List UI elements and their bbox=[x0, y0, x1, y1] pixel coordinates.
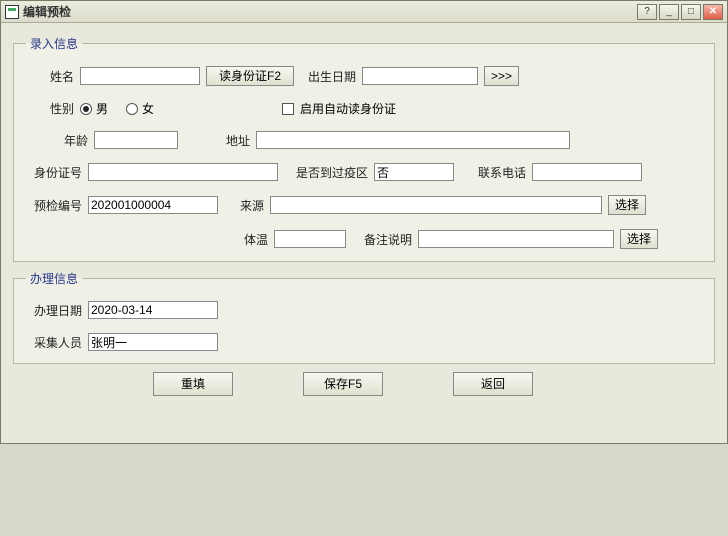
temp-input[interactable] bbox=[274, 230, 346, 248]
help-button[interactable]: ? bbox=[637, 4, 657, 20]
dob-label: 出生日期 bbox=[300, 68, 356, 85]
auto-read-label: 启用自动读身份证 bbox=[300, 100, 396, 117]
phone-input[interactable] bbox=[532, 163, 642, 181]
address-label: 地址 bbox=[220, 132, 250, 149]
epidemic-input[interactable] bbox=[374, 163, 454, 181]
client-area: 录入信息 姓名 读身份证F2 出生日期 >>> 性别 男 bbox=[1, 23, 727, 443]
titlebar-buttons: ? _ □ ✕ bbox=[637, 4, 723, 20]
window: 编辑预检 ? _ □ ✕ 录入信息 姓名 读身份证F2 出生日期 >>> 性别 bbox=[0, 0, 728, 444]
gender-radio-group: 男 女 bbox=[80, 100, 200, 117]
gender-label: 性别 bbox=[26, 100, 74, 117]
entry-group: 录入信息 姓名 读身份证F2 出生日期 >>> 性别 男 bbox=[13, 35, 715, 262]
maximize-button[interactable]: □ bbox=[681, 4, 701, 20]
process-legend: 办理信息 bbox=[26, 270, 82, 287]
action-bar: 重填 保存F5 返回 bbox=[13, 372, 715, 396]
save-button[interactable]: 保存F5 bbox=[303, 372, 383, 396]
minimize-button[interactable]: _ bbox=[659, 4, 679, 20]
staff-input[interactable] bbox=[88, 333, 218, 351]
source-select-button[interactable]: 选择 bbox=[608, 195, 646, 215]
precheck-no-input[interactable] bbox=[88, 196, 218, 214]
app-icon bbox=[5, 5, 19, 19]
gender-male-label: 男 bbox=[96, 100, 108, 117]
name-input[interactable] bbox=[80, 67, 200, 85]
process-group: 办理信息 办理日期 采集人员 bbox=[13, 270, 715, 364]
temp-label: 体温 bbox=[228, 231, 268, 248]
gender-female-label: 女 bbox=[142, 100, 154, 117]
reset-button[interactable]: 重填 bbox=[153, 372, 233, 396]
gender-male-radio[interactable]: 男 bbox=[80, 100, 108, 117]
gender-female-radio[interactable]: 女 bbox=[126, 100, 154, 117]
window-title: 编辑预检 bbox=[23, 3, 637, 20]
close-button[interactable]: ✕ bbox=[703, 4, 723, 20]
auto-read-checkbox[interactable] bbox=[282, 103, 294, 115]
idno-label: 身份证号 bbox=[26, 164, 82, 181]
idno-input[interactable] bbox=[88, 163, 278, 181]
back-button[interactable]: 返回 bbox=[453, 372, 533, 396]
name-label: 姓名 bbox=[26, 68, 74, 85]
staff-label: 采集人员 bbox=[26, 334, 82, 351]
age-input[interactable] bbox=[94, 131, 178, 149]
phone-label: 联系电话 bbox=[460, 164, 526, 181]
precheck-no-label: 预检编号 bbox=[26, 197, 82, 214]
titlebar: 编辑预检 ? _ □ ✕ bbox=[1, 1, 727, 23]
remark-input[interactable] bbox=[418, 230, 614, 248]
entry-legend: 录入信息 bbox=[26, 35, 82, 52]
process-date-label: 办理日期 bbox=[26, 302, 82, 319]
dob-picker-button[interactable]: >>> bbox=[484, 66, 519, 86]
age-label: 年龄 bbox=[40, 132, 88, 149]
read-id-button[interactable]: 读身份证F2 bbox=[206, 66, 294, 86]
process-date-input[interactable] bbox=[88, 301, 218, 319]
radio-icon bbox=[126, 103, 138, 115]
remark-select-button[interactable]: 选择 bbox=[620, 229, 658, 249]
dob-input[interactable] bbox=[362, 67, 478, 85]
remark-label: 备注说明 bbox=[352, 231, 412, 248]
address-input[interactable] bbox=[256, 131, 570, 149]
source-input[interactable] bbox=[270, 196, 602, 214]
epidemic-label: 是否到过疫区 bbox=[284, 164, 368, 181]
radio-icon bbox=[80, 103, 92, 115]
source-label: 来源 bbox=[224, 197, 264, 214]
